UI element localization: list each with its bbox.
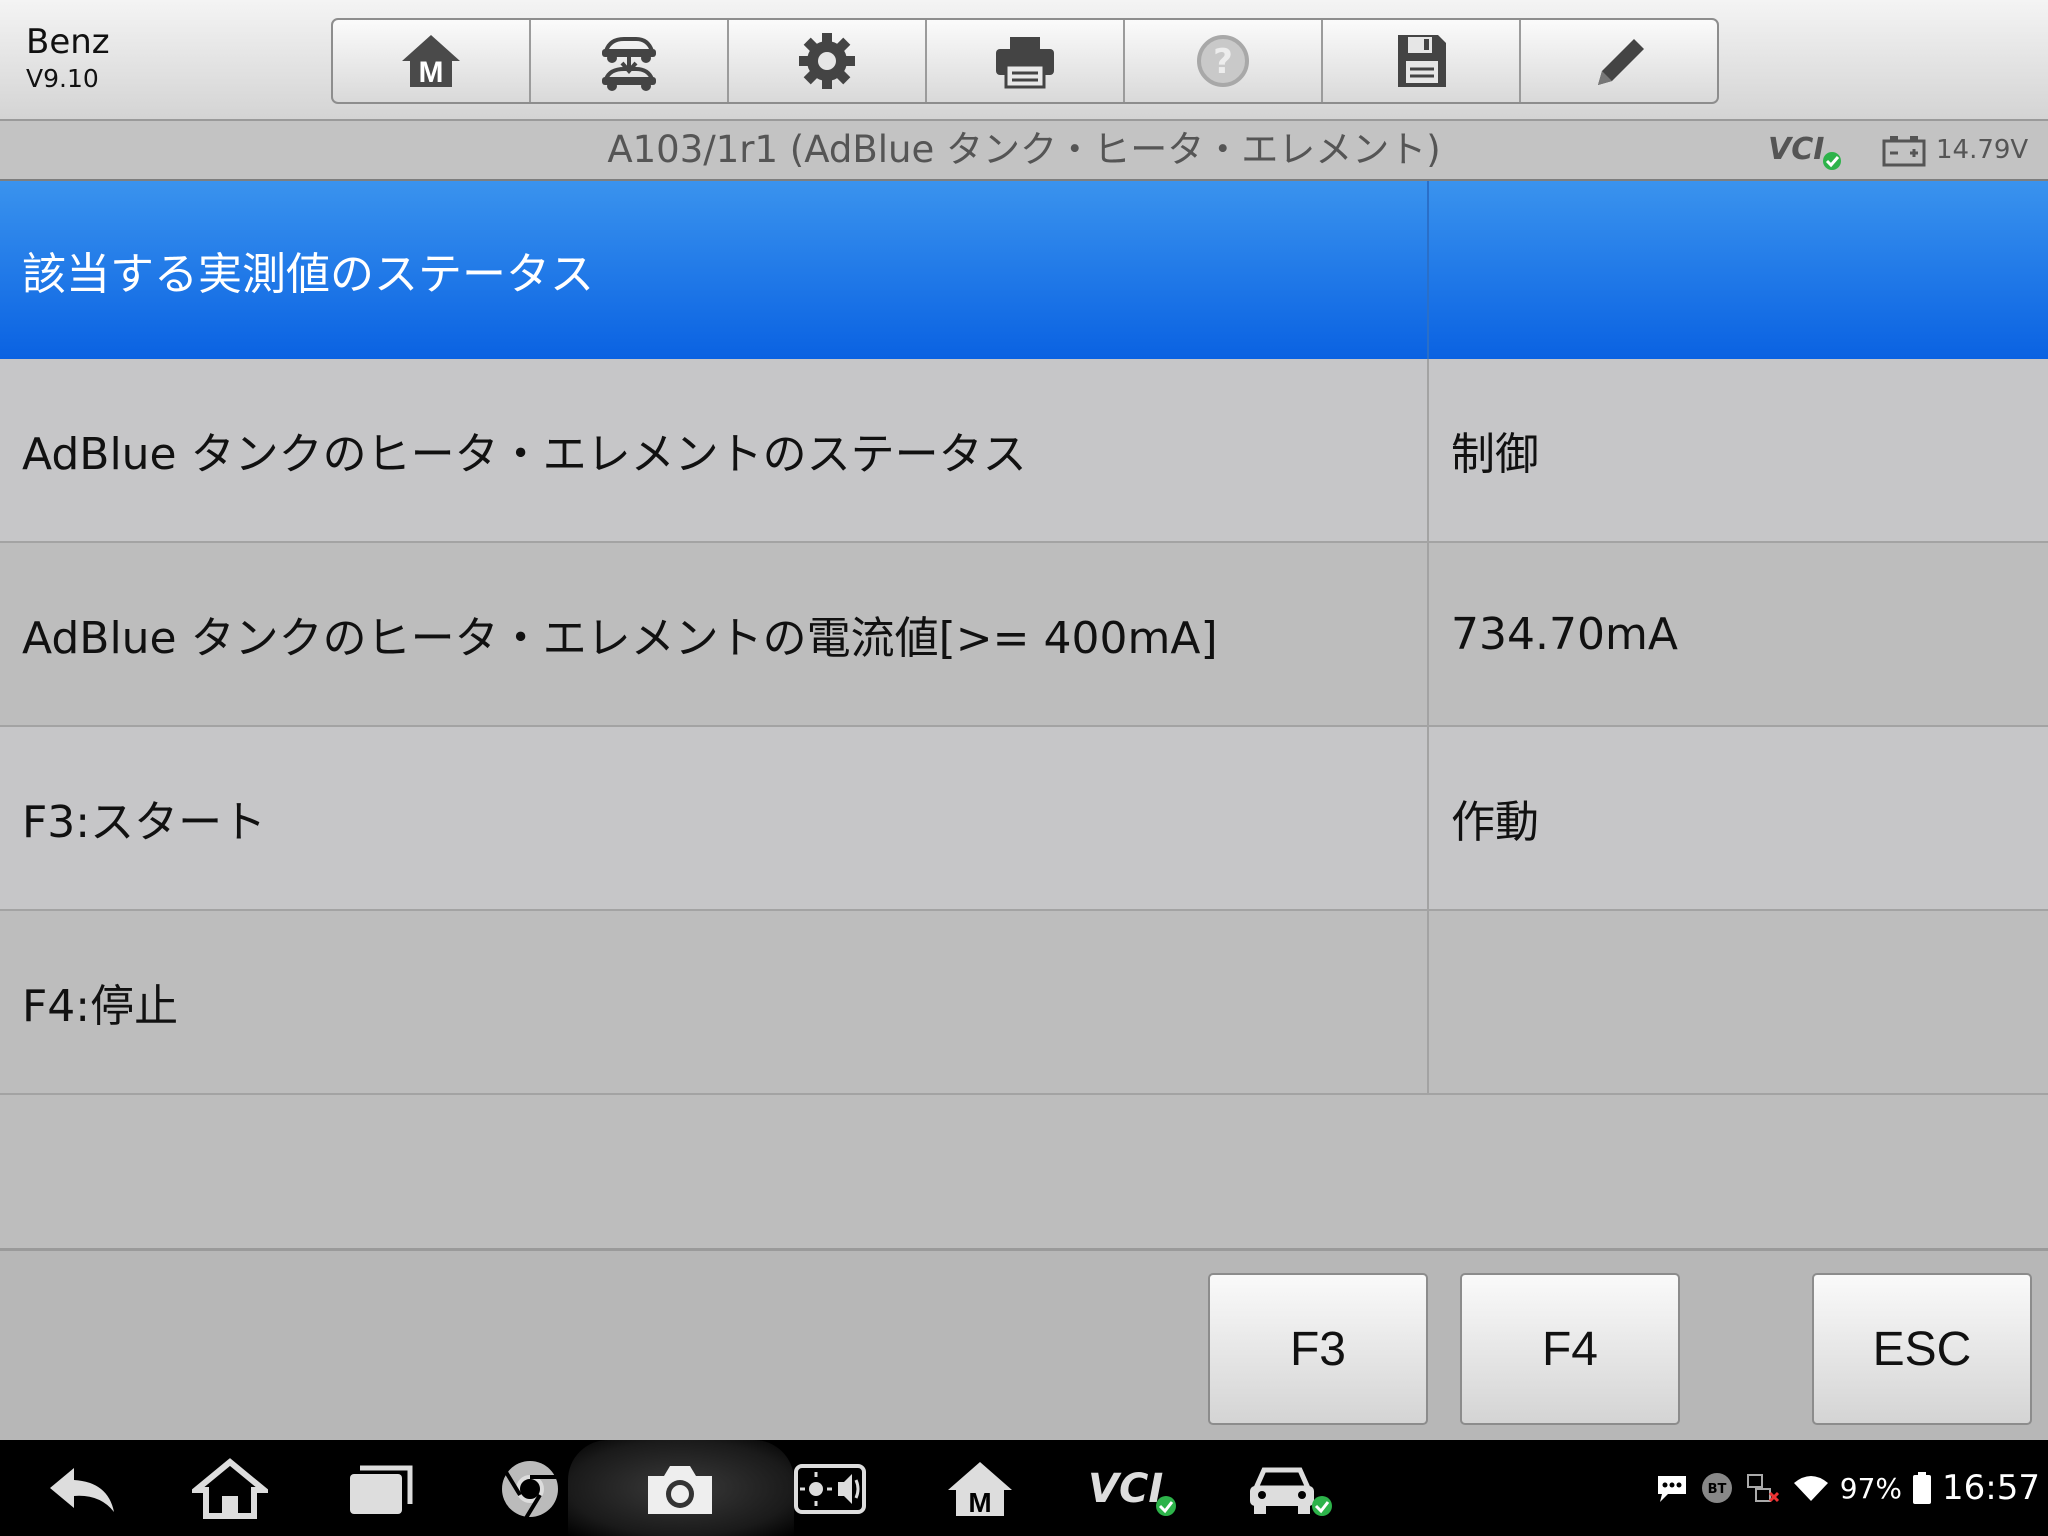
row-label: F3:スタート — [0, 727, 1429, 909]
recent-apps-icon[interactable] — [342, 1458, 418, 1520]
table-row[interactable]: AdBlue タンクのヒータ・エレメントの電流値[>= 400mA] 734.7… — [0, 543, 2048, 727]
function-key-bar: F3 F4 ESC — [0, 1248, 2048, 1443]
title-bar: A103/1r1 (AdBlue タンク・ヒータ・エレメント) VCI 14.7… — [0, 121, 2048, 181]
page-title: A103/1r1 (AdBlue タンク・ヒータ・エレメント) — [607, 128, 1441, 171]
row-label: AdBlue タンクのヒータ・エレメントのステータス — [0, 359, 1429, 541]
svg-text:?: ? — [1213, 42, 1233, 82]
f3-button[interactable]: F3 — [1208, 1273, 1428, 1425]
brand: Benz V9.10 — [26, 22, 110, 96]
edit-button[interactable] — [1521, 20, 1717, 102]
maxisys-home-icon[interactable]: M — [942, 1458, 1018, 1520]
vehicle-swap-button[interactable] — [531, 20, 729, 102]
chrome-icon[interactable] — [492, 1458, 568, 1520]
battery-percentage: 97% — [1839, 1471, 1903, 1505]
svg-text:M: M — [968, 1487, 991, 1518]
row-value — [1429, 911, 2048, 1093]
row-label: F4:停止 — [0, 911, 1429, 1093]
svg-text:M: M — [419, 56, 444, 89]
main-toolbar: M ? — [331, 18, 1719, 104]
help-icon: ? — [1197, 35, 1249, 87]
vci-status-icon[interactable]: VCI — [1086, 1458, 1182, 1520]
help-button[interactable]: ? — [1125, 20, 1323, 102]
table-header-row[interactable]: 該当する実測値のステータス — [0, 181, 2048, 359]
status-bar: BT 97% 16:57 — [1654, 1440, 2040, 1536]
row-value: 734.70mA — [1451, 608, 1678, 660]
pencil-icon — [1598, 39, 1644, 85]
battery-icon — [1913, 1472, 1932, 1504]
wifi-icon — [1793, 1476, 1828, 1501]
save-button[interactable] — [1323, 20, 1521, 102]
header-label: 該当する実測値のステータス — [0, 181, 1429, 359]
row-label: AdBlue タンクのヒータ・エレメントの電流値[>= 400mA] — [0, 543, 1429, 725]
camera-icon[interactable] — [642, 1458, 718, 1520]
car-transfer-icon — [602, 37, 656, 91]
message-icon — [1657, 1476, 1686, 1502]
data-table: 該当する実測値のステータス AdBlue タンクのヒータ・エレメントのステータス… — [0, 181, 2048, 1095]
row-value: 制御 — [1451, 429, 1539, 480]
bluetooth-label: BT — [1707, 1482, 1726, 1497]
vci-connection-icon: VCI — [1768, 132, 1841, 170]
gear-icon — [799, 33, 855, 89]
settings-button[interactable] — [729, 20, 927, 102]
network-error-icon — [1746, 1474, 1779, 1503]
vehicle-status-icon[interactable] — [1246, 1458, 1336, 1520]
clock: 16:57 — [1942, 1468, 2040, 1508]
vci-label: VCI — [1768, 132, 1824, 167]
home-icon[interactable] — [192, 1458, 268, 1520]
header-value — [1429, 181, 2048, 359]
home-m-icon: M — [402, 35, 460, 89]
printer-icon — [996, 37, 1054, 89]
software-version: V9.10 — [26, 64, 99, 93]
vehicle-make: Benz — [26, 22, 110, 62]
battery-voltage-icon — [1882, 136, 1926, 167]
table-row[interactable]: AdBlue タンクのヒータ・エレメントのステータス 制御 — [0, 359, 2048, 543]
brightness-volume-icon[interactable] — [792, 1458, 868, 1520]
battery-voltage: 14.79V — [1936, 135, 2029, 165]
table-row[interactable]: F4:停止 — [0, 911, 2048, 1095]
table-row[interactable]: F3:スタート 作動 — [0, 727, 2048, 911]
top-bar: Benz V9.10 M ? — [0, 0, 2048, 121]
save-icon — [1398, 35, 1446, 87]
svg-text:VCI: VCI — [1088, 1466, 1163, 1512]
esc-button[interactable]: ESC — [1812, 1273, 2032, 1425]
bluetooth-icon: BT — [1701, 1473, 1732, 1503]
print-button[interactable] — [927, 20, 1125, 102]
f4-button[interactable]: F4 — [1460, 1273, 1680, 1425]
home-button[interactable]: M — [333, 20, 531, 102]
row-value: 作動 — [1451, 797, 1539, 848]
back-icon[interactable] — [44, 1458, 120, 1520]
